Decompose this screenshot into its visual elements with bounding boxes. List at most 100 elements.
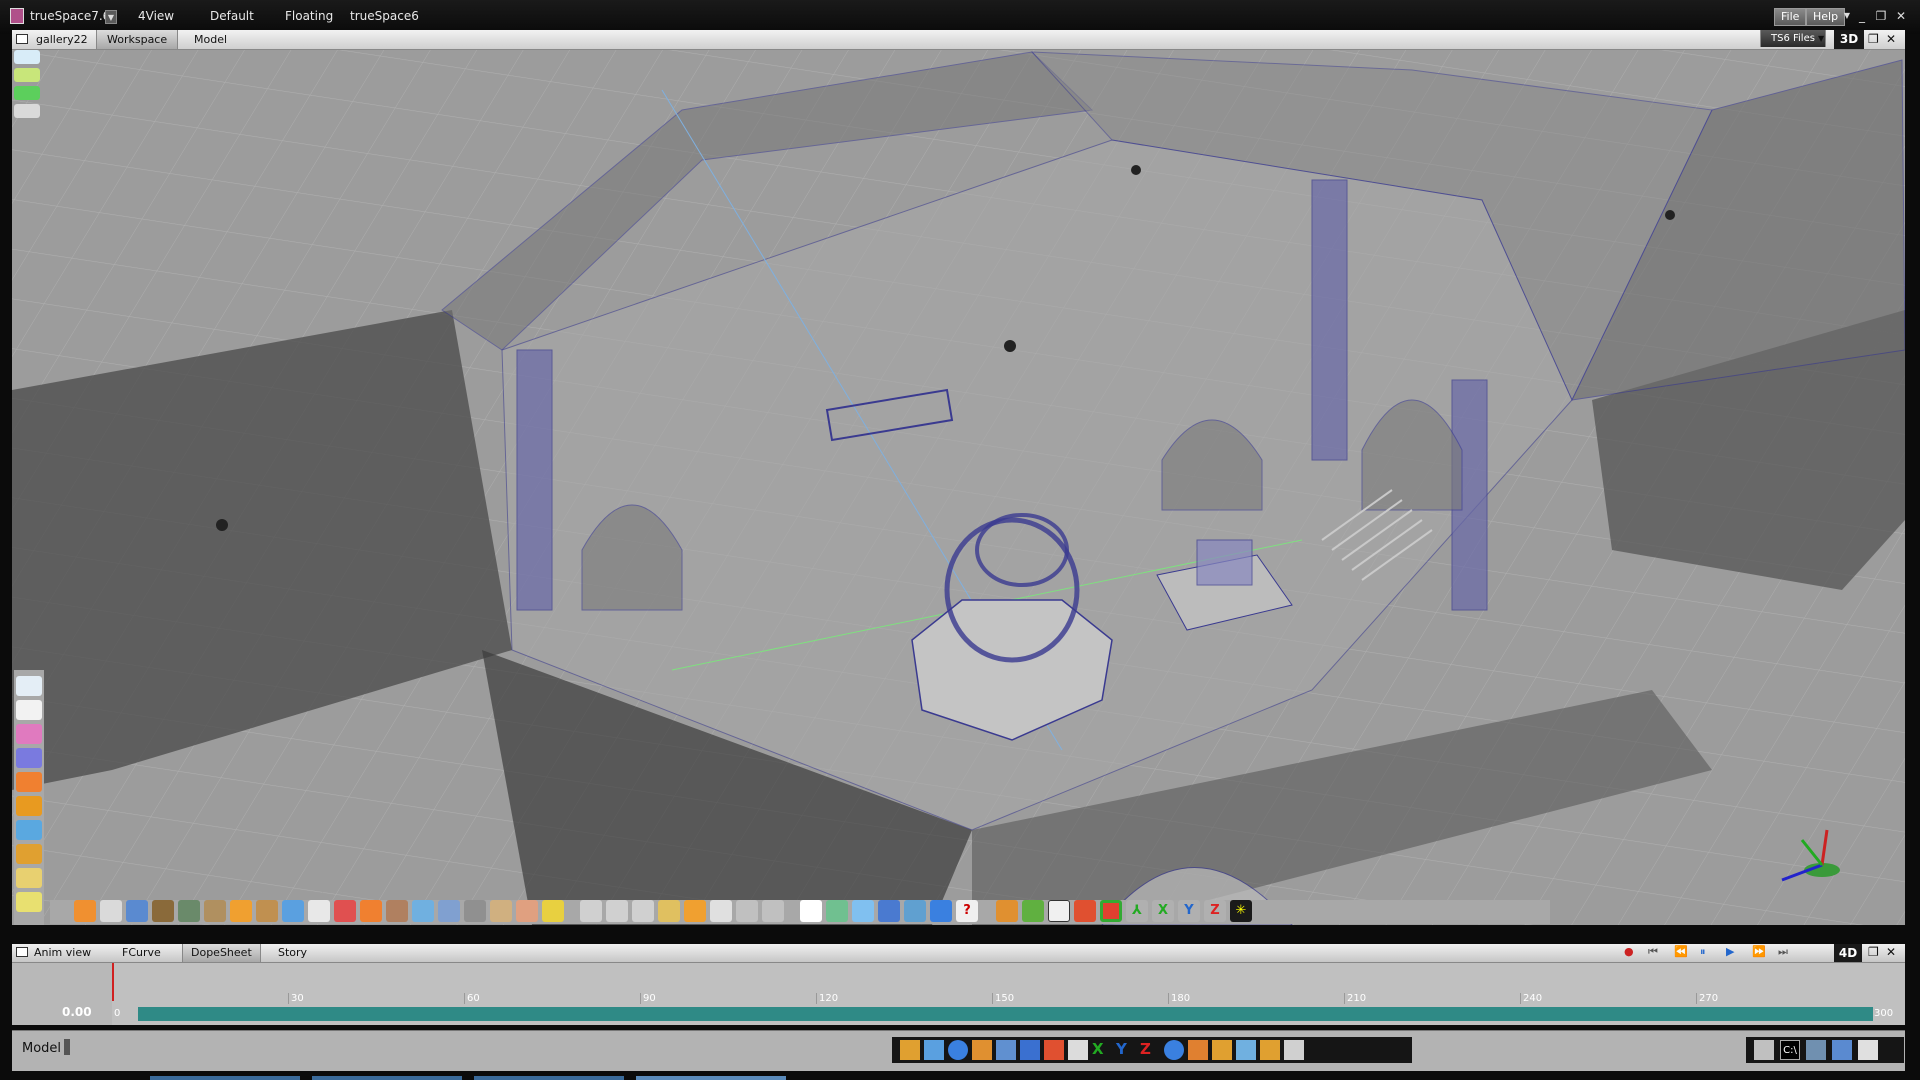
move-icon[interactable] — [580, 900, 602, 922]
globe-icon[interactable] — [438, 900, 460, 922]
cube-icon[interactable] — [1022, 900, 1044, 922]
skip-end-icon[interactable]: ⏭ — [1778, 945, 1788, 959]
save-icon[interactable] — [878, 900, 900, 922]
y-axis-icon[interactable]: Y — [1116, 1040, 1136, 1060]
time-cursor[interactable] — [112, 963, 114, 1001]
help-icon[interactable]: ? — [956, 900, 978, 922]
view-tool-icon[interactable] — [14, 50, 40, 64]
grid-icon[interactable] — [1260, 1040, 1280, 1060]
axis-icon[interactable] — [1068, 1040, 1088, 1060]
bird-icon[interactable] — [1236, 1040, 1256, 1060]
search-icon[interactable] — [948, 1040, 968, 1060]
terrain-icon[interactable] — [178, 900, 200, 922]
object-tool-icon[interactable] — [16, 676, 42, 696]
shield-icon[interactable] — [996, 900, 1018, 922]
ts6-files-button[interactable]: TS6 Files — [1760, 30, 1826, 47]
undo-icon[interactable] — [930, 900, 952, 922]
ruler-icon[interactable] — [490, 900, 512, 922]
restore-icon[interactable]: ❐ — [1868, 32, 1879, 46]
tab-fcurve[interactable]: FCurve — [122, 946, 161, 959]
add-layer-icon[interactable] — [14, 104, 40, 118]
heart-icon[interactable] — [308, 900, 330, 922]
restore-icon[interactable]: ❐ — [1868, 945, 1879, 959]
frame-icon[interactable] — [1048, 900, 1070, 922]
face-icon[interactable] — [516, 900, 538, 922]
undo-icon[interactable] — [1164, 1040, 1184, 1060]
crate-icon[interactable] — [1212, 1040, 1232, 1060]
taskbar-item[interactable] — [312, 1076, 462, 1080]
box-icon[interactable] — [16, 844, 42, 864]
shield-icon[interactable] — [152, 900, 174, 922]
frame-icon[interactable] — [1100, 900, 1122, 922]
chevron-down-icon[interactable]: ▼ — [1840, 9, 1854, 23]
scale-icon[interactable] — [632, 900, 654, 922]
library-icon[interactable] — [996, 1040, 1016, 1060]
tab-model[interactable]: Model — [184, 30, 237, 49]
scatter-icon[interactable] — [710, 900, 732, 922]
mode-field[interactable] — [64, 1039, 70, 1055]
folder-icon[interactable] — [1754, 1040, 1774, 1060]
bird-icon[interactable] — [412, 900, 434, 922]
layout-4view[interactable]: 4View — [138, 9, 174, 23]
tools-icon[interactable] — [16, 868, 42, 888]
scatter-icon[interactable] — [1188, 1040, 1208, 1060]
play-icon[interactable]: ▶ — [1726, 945, 1734, 958]
z-axis-icon[interactable]: Z — [1140, 1040, 1160, 1060]
time-range-bar[interactable] — [138, 1007, 1873, 1021]
fire-icon[interactable] — [230, 900, 252, 922]
pencil-icon[interactable] — [16, 892, 42, 912]
brush-icon[interactable] — [334, 900, 356, 922]
library-icon[interactable] — [904, 900, 926, 922]
cube-icon[interactable] — [1020, 1040, 1040, 1060]
lasso-icon[interactable] — [16, 700, 42, 720]
y-axis-icon[interactable]: Y — [1178, 900, 1200, 922]
house-icon[interactable] — [1044, 1040, 1064, 1060]
snap-icon[interactable]: ✳ — [1230, 900, 1252, 922]
close-icon[interactable]: ✕ — [1886, 945, 1896, 959]
taskbar-item[interactable] — [636, 1076, 786, 1080]
chevron-down-icon[interactable]: ▼ — [105, 10, 117, 24]
pause-icon[interactable]: ⏸ — [1700, 945, 1706, 959]
brush-icon[interactable] — [100, 900, 122, 922]
box-icon[interactable] — [972, 1040, 992, 1060]
prism-icon[interactable] — [16, 748, 42, 768]
wrench-icon[interactable] — [126, 900, 148, 922]
paint-icon[interactable] — [16, 724, 42, 744]
sphere-icon[interactable] — [74, 900, 96, 922]
console-icon[interactable]: C:\ — [1780, 1040, 1800, 1060]
layer-icon[interactable] — [14, 68, 40, 82]
close-icon[interactable]: ✕ — [1894, 9, 1908, 23]
restore-icon[interactable]: ❐ — [1874, 9, 1888, 23]
hammer-icon[interactable] — [924, 1040, 944, 1060]
menu-file[interactable]: File — [1774, 8, 1807, 26]
layout-default[interactable]: Default — [210, 9, 254, 23]
x-axis-icon[interactable]: X — [1152, 900, 1174, 922]
view-mode-4d[interactable]: 4D — [1834, 944, 1862, 962]
axis-icon[interactable]: ⅄ — [1126, 900, 1148, 922]
arrow-up-icon[interactable] — [736, 900, 758, 922]
grid-icon[interactable] — [852, 900, 874, 922]
crate-icon[interactable] — [256, 900, 278, 922]
monitor-icon[interactable] — [1806, 1040, 1826, 1060]
pointer-icon[interactable] — [800, 900, 822, 922]
sweep-icon[interactable] — [684, 900, 706, 922]
rock-icon[interactable] — [204, 900, 226, 922]
window-icon[interactable] — [16, 947, 28, 957]
scene-render[interactable] — [12, 50, 1905, 925]
x-axis-icon[interactable]: X — [1092, 1040, 1112, 1060]
step-forward-icon[interactable]: ⏩ — [1752, 945, 1766, 958]
knife-icon[interactable] — [658, 900, 680, 922]
book-icon[interactable] — [826, 900, 848, 922]
arrow-down-icon[interactable] — [762, 900, 784, 922]
3d-viewport[interactable]: ? ⅄ X Y Z ✳ — [12, 50, 1905, 925]
figure-icon[interactable] — [464, 900, 486, 922]
settings-icon[interactable] — [1858, 1040, 1878, 1060]
sphere-icon[interactable] — [16, 772, 42, 792]
taskbar-item[interactable] — [474, 1076, 624, 1080]
tab-workspace[interactable]: Workspace — [96, 30, 179, 49]
cube-icon[interactable] — [16, 796, 42, 816]
z-axis-icon[interactable]: Z — [1204, 900, 1226, 922]
house-icon[interactable] — [1074, 900, 1096, 922]
network-icon[interactable] — [1832, 1040, 1852, 1060]
step-back-icon[interactable]: ⏪ — [1674, 945, 1688, 958]
